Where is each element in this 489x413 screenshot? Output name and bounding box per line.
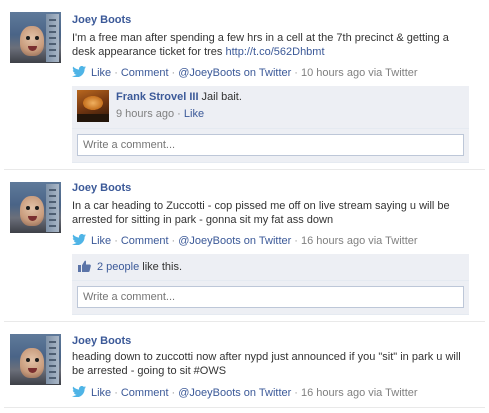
commenter-avatar[interactable]	[77, 90, 109, 122]
write-comment-row	[72, 281, 469, 314]
avatar-face	[20, 26, 44, 56]
separator: ·	[171, 387, 176, 399]
avatar-face	[20, 196, 44, 226]
separator: ·	[174, 108, 184, 120]
post-timestamp: 16 hours ago via Twitter	[300, 235, 418, 247]
via-twitter-link[interactable]: @JoeyBoots on Twitter	[178, 235, 291, 247]
commenter-name-row: Frank Strovel III Jail bait.	[116, 91, 242, 103]
avatar-eye	[35, 206, 39, 210]
like-link[interactable]: Like	[91, 387, 111, 399]
post-2: Joey Boots In a car heading to Zuccotti …	[0, 170, 489, 322]
like-link[interactable]: Like	[91, 67, 111, 79]
avatar-eye	[26, 206, 30, 210]
likes-summary: 2 people like this.	[72, 254, 469, 281]
write-comment-input[interactable]	[77, 286, 464, 308]
comment-meta: 9 hours ago · Like	[116, 108, 204, 120]
comment-text: Jail bait.	[201, 91, 242, 103]
avatar-background	[46, 14, 59, 62]
separator: ·	[114, 387, 118, 399]
twitter-bird-icon	[72, 66, 86, 77]
separator: ·	[171, 235, 176, 247]
avatar-face	[20, 348, 44, 378]
likes-suffix: like this.	[139, 261, 183, 273]
post-message: In a car heading to Zuccotti - cop pisse…	[72, 200, 450, 226]
post-timestamp: 16 hours ago via Twitter	[300, 387, 418, 399]
twitter-bird-icon	[72, 386, 86, 397]
avatar-background	[46, 184, 59, 232]
commenter-name[interactable]: Frank Strovel III	[116, 91, 199, 103]
likers-link[interactable]: 2 people	[97, 261, 139, 273]
avatar-eye	[35, 358, 39, 362]
post-actions: Like · Comment · @JoeyBoots on Twitter · 16 ho…	[72, 386, 418, 399]
author-name[interactable]: Joey Boots	[72, 14, 131, 26]
like-link[interactable]: Like	[91, 235, 111, 247]
via-twitter-link[interactable]: @JoeyBoots on Twitter	[178, 387, 291, 399]
post-3: Joey Boots heading down to zuccotti now …	[0, 322, 489, 413]
comment-section: 2 people like this.	[72, 254, 469, 315]
separator: ·	[171, 67, 176, 79]
write-comment-input[interactable]	[77, 134, 464, 156]
separator: ·	[294, 387, 298, 399]
author-name[interactable]: Joey Boots	[72, 335, 131, 347]
avatar-eye	[26, 36, 30, 40]
author-avatar[interactable]	[10, 182, 61, 233]
twitter-bird-icon	[72, 234, 86, 245]
post-1: Joey Boots I'm a free man after spending…	[0, 0, 489, 170]
comment-link[interactable]: Comment	[121, 67, 169, 79]
post-actions: Like · Comment · @JoeyBoots on Twitter · 16 ho…	[72, 234, 418, 247]
avatar-eye	[35, 36, 39, 40]
post-message: I'm a free man after spending a few hrs …	[72, 31, 472, 59]
separator: ·	[294, 235, 298, 247]
comment-link[interactable]: Comment	[121, 235, 169, 247]
post-divider	[4, 407, 485, 408]
author-avatar[interactable]	[10, 334, 61, 385]
separator: ·	[114, 235, 118, 247]
comment-like-link[interactable]: Like	[184, 108, 204, 120]
write-comment-row	[72, 129, 469, 162]
separator: ·	[114, 67, 118, 79]
post-link[interactable]: http://t.co/562Dhbmt	[225, 46, 324, 58]
thumbs-up-icon	[78, 260, 91, 272]
separator: ·	[294, 67, 298, 79]
via-twitter-link[interactable]: @JoeyBoots on Twitter	[178, 67, 291, 79]
avatar-background	[46, 336, 59, 384]
comment-link[interactable]: Comment	[121, 387, 169, 399]
author-avatar[interactable]	[10, 12, 61, 63]
comment-item: Frank Strovel III Jail bait. 9 hours ago …	[72, 86, 469, 129]
post-timestamp: 10 hours ago via Twitter	[300, 67, 418, 79]
post-message: heading down to zuccotti now after nypd …	[72, 351, 461, 377]
author-name[interactable]: Joey Boots	[72, 182, 131, 194]
comment-timestamp: 9 hours ago	[116, 108, 175, 120]
comment-section: Frank Strovel III Jail bait. 9 hours ago …	[72, 86, 469, 163]
post-actions: Like · Comment · @JoeyBoots on Twitter · 10 ho…	[72, 66, 418, 79]
avatar-eye	[26, 358, 30, 362]
